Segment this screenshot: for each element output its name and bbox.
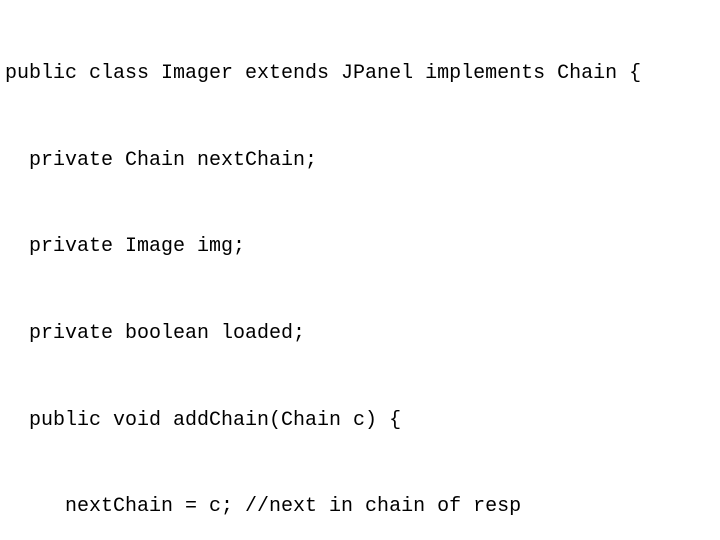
code-line: nextChain = c; //next in chain of resp	[5, 495, 522, 519]
code-line: private Chain nextChain;	[5, 148, 318, 172]
code-line: private boolean loaded;	[5, 321, 306, 345]
code-line: private Image img;	[5, 235, 246, 259]
code-line: public void addChain(Chain c) {	[5, 408, 402, 432]
java-source-code-block: public class Imager extends JPanel imple…	[5, 2, 717, 540]
code-line: public class Imager extends JPanel imple…	[5, 61, 642, 85]
code-slide: public class Imager extends JPanel imple…	[0, 0, 720, 540]
